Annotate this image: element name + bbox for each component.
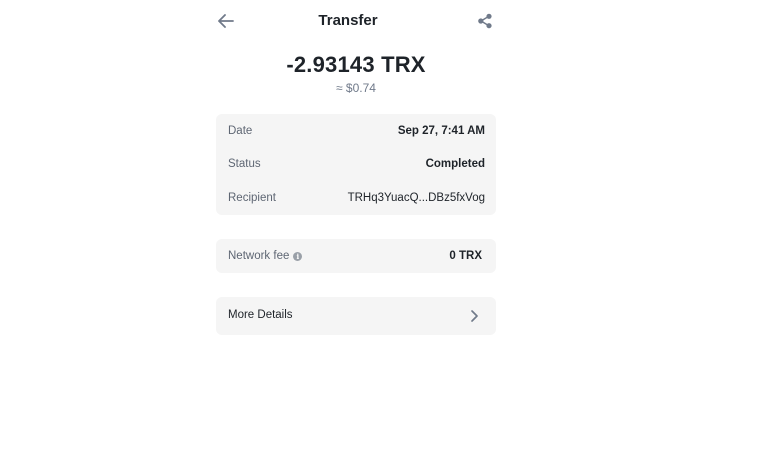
detail-value: Completed xyxy=(425,158,485,170)
more-details-button[interactable]: More Details xyxy=(216,297,496,335)
share-icon xyxy=(478,13,492,29)
fee-row: Network fee i 0 TRX xyxy=(228,246,482,266)
fee-label: Network fee xyxy=(228,250,290,262)
transfer-amount: -2.93143 TRX xyxy=(286,52,426,77)
detail-value: Sep 27, 7:41 AM xyxy=(397,125,485,137)
network-fee-card: Network fee i 0 TRX xyxy=(216,239,496,273)
top-bar: Transfer xyxy=(200,0,496,44)
page-title: Transfer xyxy=(318,12,378,29)
fiat-value: ≈ $0.74 xyxy=(336,81,376,95)
chevron-right-icon xyxy=(471,310,478,322)
more-details-label: More Details xyxy=(228,309,293,321)
transaction-details-card: Date Sep 27, 7:41 AM Status Completed Re… xyxy=(216,114,496,215)
detail-label: Recipient xyxy=(228,192,276,204)
detail-row-recipient: Recipient TRHq3YuacQ...DBz5fxVog xyxy=(228,188,485,208)
transfer-screen: Transfer -2.93143 TRX ≈ $0.74 Date Sep 2… xyxy=(0,0,768,463)
fee-value: 0 TRX xyxy=(449,250,482,262)
recipient-address[interactable]: TRHq3YuacQ...DBz5fxVog xyxy=(348,192,485,204)
detail-label: Status xyxy=(228,158,261,170)
detail-label: Date xyxy=(228,125,253,137)
detail-row-date: Date Sep 27, 7:41 AM xyxy=(228,121,485,141)
info-icon[interactable]: i xyxy=(293,251,303,261)
share-button[interactable] xyxy=(474,10,496,32)
detail-row-status: Status Completed xyxy=(228,154,485,174)
fee-label-wrap: Network fee i xyxy=(228,250,303,262)
